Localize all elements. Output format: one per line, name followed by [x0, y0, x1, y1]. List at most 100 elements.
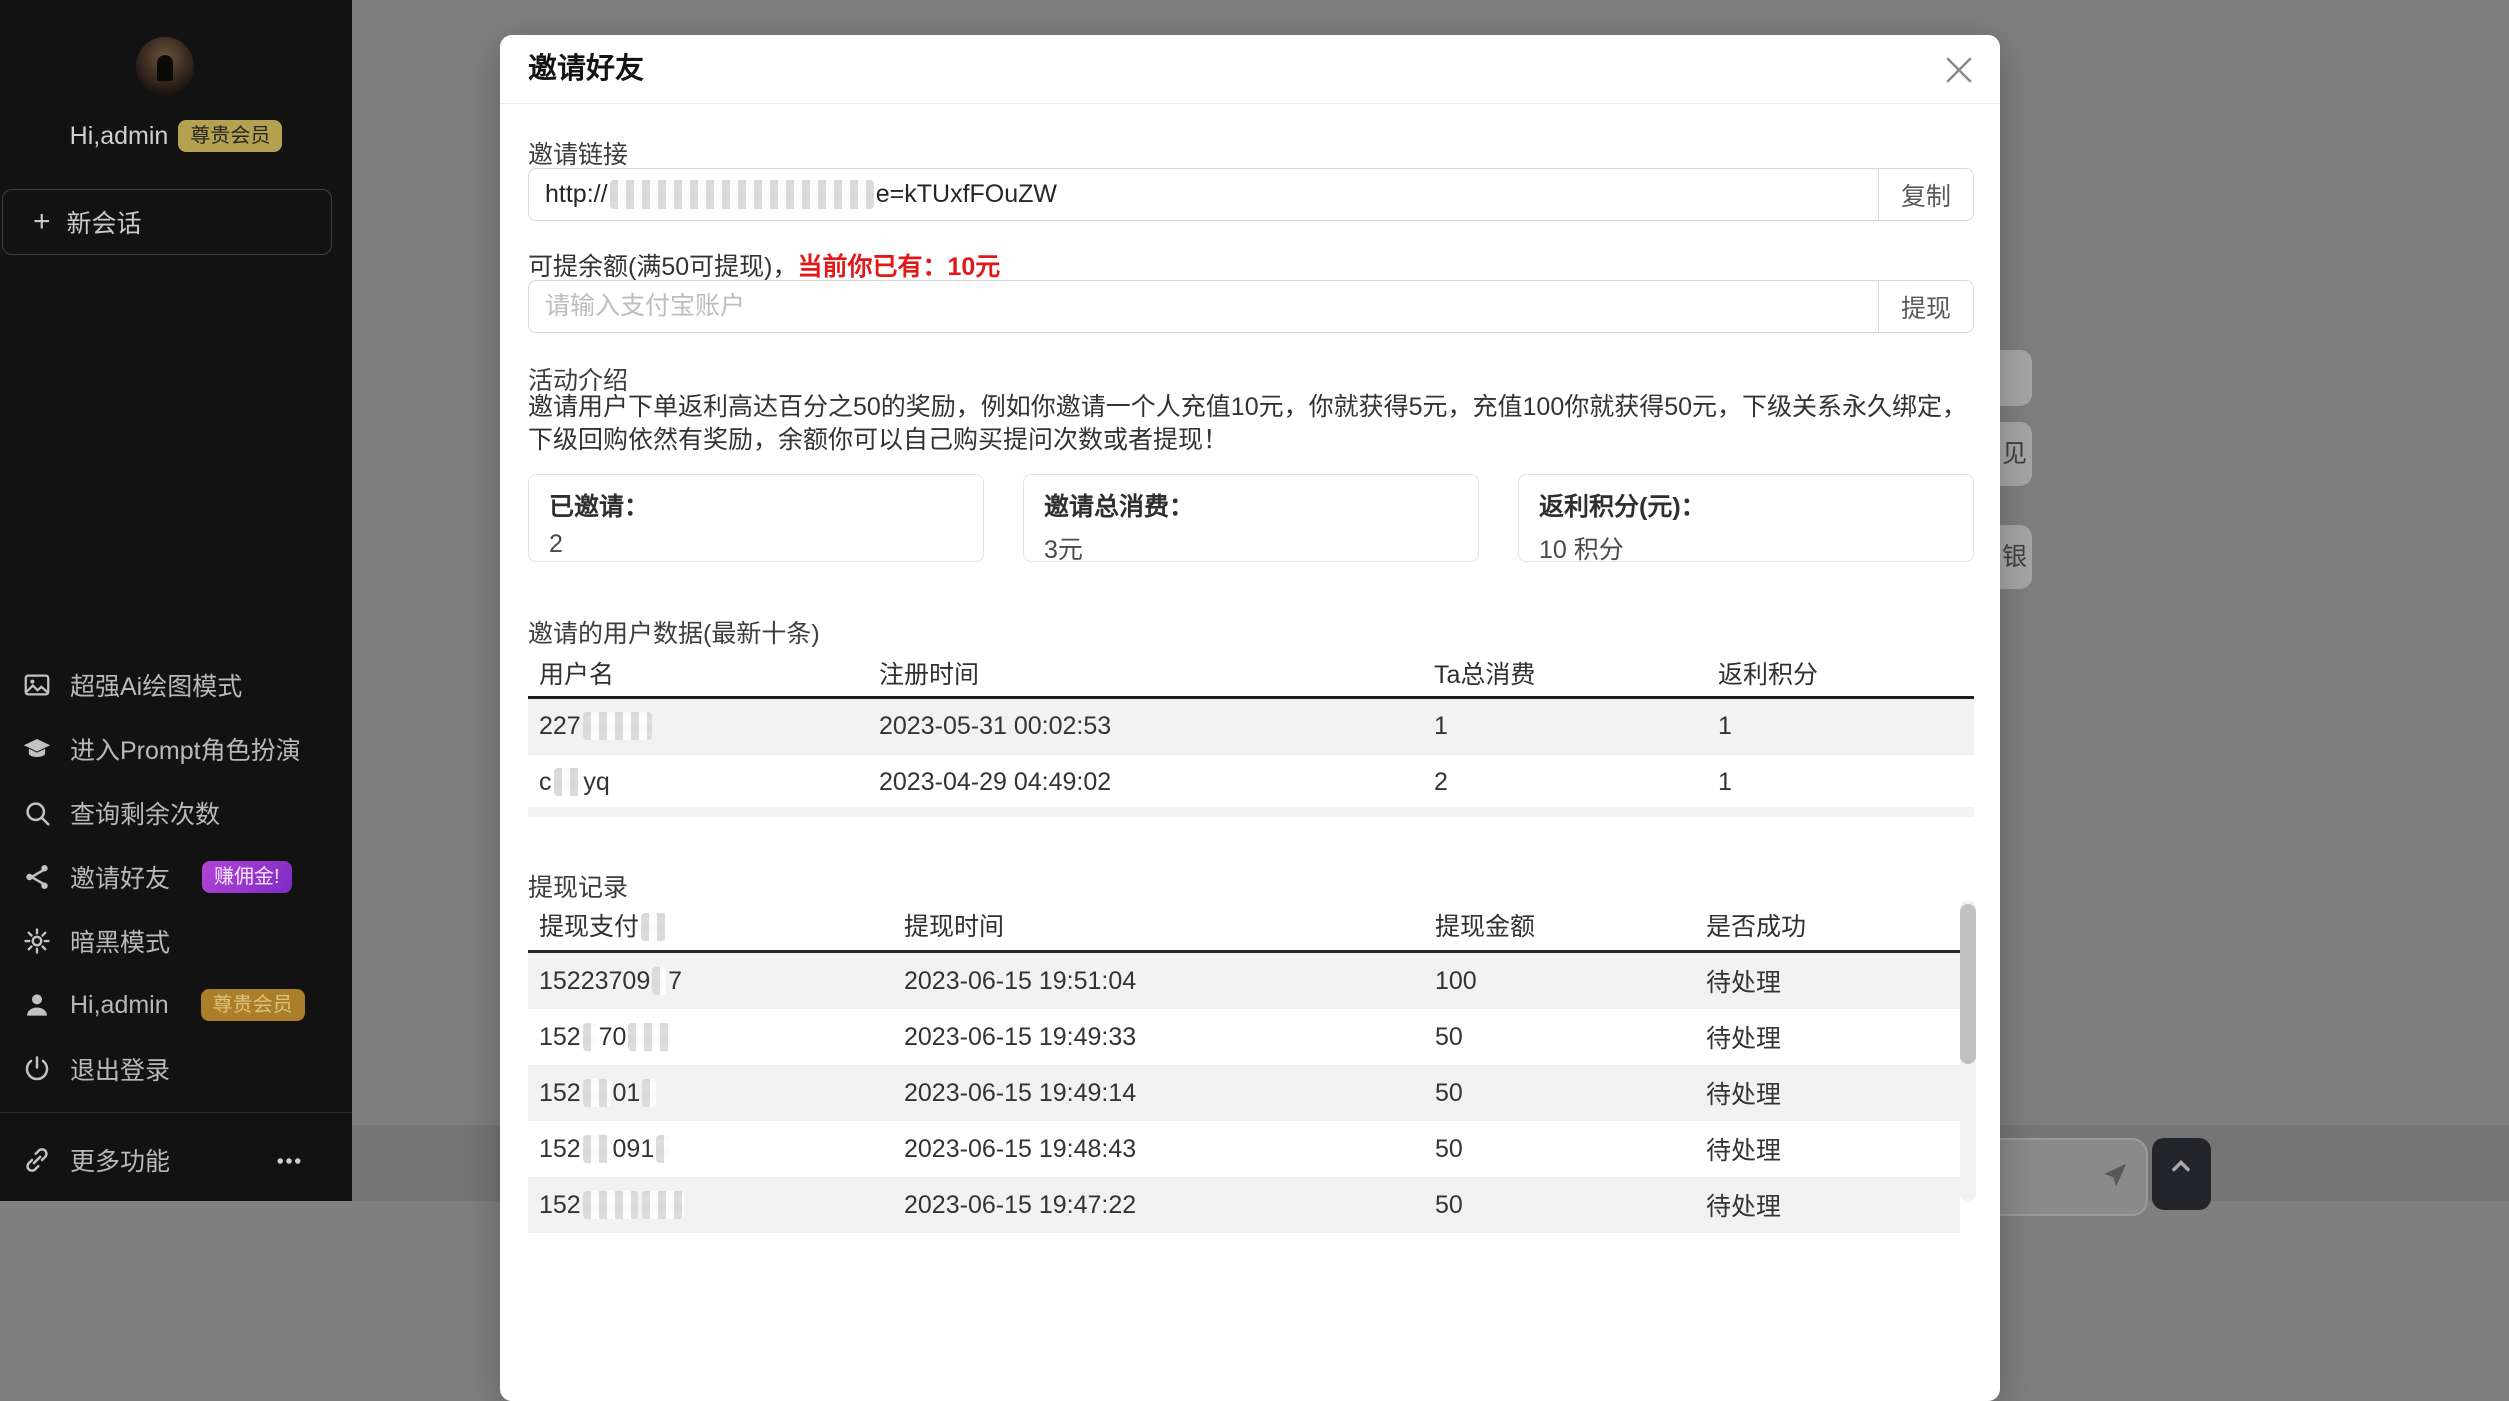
table-cell: 152370888	[528, 1009, 893, 1065]
redacted-text: 88	[582, 1134, 611, 1163]
table-row: 22788883 2023-05-31 00:02:53 1 1	[528, 697, 1974, 755]
stat-box: 返利积分(元)： 10 积分	[1518, 474, 1974, 564]
column-header: 提现时间	[893, 900, 1424, 953]
balance-amount: 当前你已有：10元	[797, 253, 1001, 281]
sidebar-item-user[interactable]: Hi,admin 尊贵会员	[0, 983, 352, 1027]
table-cell: 152880918	[528, 1121, 893, 1177]
stat-label: 已邀请：	[549, 493, 650, 521]
sidebar-item-gear[interactable]: 暗黑模式	[0, 919, 352, 963]
ellipsis-icon[interactable]	[274, 1146, 304, 1176]
sidebar-item-badge: 赚佣金!	[202, 861, 292, 893]
invited-users-table: 用户名注册时间Ta总消费返利积分22788883 2023-05-31 00:02…	[528, 650, 1974, 811]
column-header: 提现支付宝	[528, 900, 893, 953]
new-chat-label: 新会话	[66, 210, 142, 238]
table-cell: 1528788147	[528, 1177, 893, 1233]
sidebar-item-label: 超强Ai绘图模式	[70, 673, 243, 701]
withdraw-records-title: 提现记录	[528, 874, 629, 902]
stat-value: 2	[549, 530, 563, 558]
table-row: 1522370917 2023-06-15 19:51:04 100 待处理	[528, 951, 1960, 1009]
table-cell: 2023-06-15 19:47:22	[904, 1190, 1137, 1219]
balance-line: 可提余额(满50可提现)，当前你已有：10元	[528, 247, 1000, 283]
table-cell: 22788883	[528, 698, 868, 755]
table-cell: 1	[1718, 712, 1732, 740]
user-greeting: Hi,admin 尊贵会员	[0, 120, 352, 152]
modal-header: 邀请好友	[500, 35, 2000, 104]
table-row: c88yq 2023-04-29 04:49:02 2 1	[528, 755, 1974, 811]
image-icon	[22, 670, 52, 700]
invite-friends-modal: 邀请好友 邀请链接 http://0000000000000000000e=kT…	[500, 35, 2000, 1401]
send-icon	[2104, 1163, 2127, 1187]
invite-link-group: http://0000000000000000000e=kTUxfFOuZW 复…	[528, 168, 1974, 221]
app: 见银 Hi,admin 尊贵会员 + 新会话 超强Ai绘图模式 进入Prompt角色…	[0, 0, 2509, 1401]
stat-value: 10 积分	[1539, 536, 1624, 564]
table-cell: 2023-06-15 19:48:43	[904, 1134, 1137, 1163]
sidebar-item-share[interactable]: 邀请好友 赚佣金!	[0, 855, 352, 899]
redacted-text: 88	[582, 1078, 611, 1107]
table-header-row: 用户名 注册时间 Ta总消费 返利积分	[528, 650, 1974, 699]
invite-link-label: 邀请链接	[528, 141, 629, 169]
column-header: 注册时间	[868, 650, 1423, 699]
table-cell: 2	[1434, 768, 1448, 796]
withdraw-records-table: 提现支付宝提现时间提现金额是否成功 1522370917 2023-06-15 19…	[528, 900, 1960, 1233]
table-cell: 1522370917	[539, 966, 683, 995]
sidebar-item-label: 进入Prompt角色扮演	[70, 737, 301, 765]
scroll-top-button[interactable]	[2152, 1138, 2211, 1210]
copy-button[interactable]: 复制	[1878, 168, 1974, 221]
sidebar-item-image[interactable]: 超强Ai绘图模式	[0, 663, 352, 707]
sidebar-item-search[interactable]: 查询剩余次数	[0, 791, 352, 835]
redacted-text: 8	[656, 1134, 671, 1163]
new-chat-button[interactable]: + 新会话	[2, 189, 332, 255]
redacted-text: 1	[652, 966, 667, 995]
table-row-partial	[528, 807, 1974, 817]
plus-icon: +	[33, 205, 51, 238]
stat-label: 返利积分(元)：	[1539, 493, 1706, 521]
sidebar-item-more[interactable]: 更多功能	[0, 1138, 352, 1182]
table-cell: 15288018	[528, 1065, 893, 1121]
table-cell: 待处理	[1706, 1137, 1782, 1165]
sidebar-divider	[0, 1112, 352, 1113]
sidebar-item-label: 退出登录	[70, 1057, 171, 1085]
sidebar-item-label: 暗黑模式	[70, 929, 171, 957]
user-icon	[22, 990, 52, 1020]
withdraw-button[interactable]: 提现	[1878, 280, 1974, 333]
background-button-fragment: 见	[2000, 422, 2032, 486]
chat-input-fragment	[1988, 1138, 2148, 1216]
records-scrollbar[interactable]	[1960, 900, 1976, 1201]
activity-description: 邀请用户下单返利高达百分之50的奖励，例如你邀请一个人充值10元，你就获得5元，…	[528, 393, 1968, 454]
table-cell: 待处理	[1706, 1025, 1782, 1053]
vip-badge: 尊贵会员	[178, 120, 283, 152]
stat-value: 3元	[1044, 536, 1083, 564]
table-cell: 2023-06-15 19:49:33	[904, 1022, 1137, 1051]
column-header: 提现金额	[1424, 900, 1695, 953]
table-row: 1528788147 2023-06-15 19:47:22 50 待处理	[528, 1177, 1960, 1233]
table-cell: 2023-04-29 04:49:02	[879, 768, 1112, 796]
link-icon	[22, 1145, 52, 1175]
background-button-fragment	[2000, 350, 2032, 406]
redacted-text: 888	[628, 1022, 671, 1051]
search-icon	[22, 798, 52, 828]
power-icon	[22, 1054, 52, 1084]
table-cell: 1	[1718, 768, 1732, 796]
withdraw-group: 提现	[528, 280, 1974, 333]
table-cell: 2023-06-15 19:49:14	[904, 1078, 1137, 1107]
table-header-row: 提现支付宝提现时间提现金额是否成功	[528, 900, 1960, 953]
table-cell: 2023-06-15 19:51:04	[904, 966, 1137, 995]
sidebar-item-label: 查询剩余次数	[70, 801, 221, 829]
sidebar-item-graduation-cap[interactable]: 进入Prompt角色扮演	[0, 727, 352, 771]
alipay-account-input[interactable]	[528, 280, 1879, 333]
redacted-text: 8	[642, 1078, 657, 1107]
records-scrollbar-thumb[interactable]	[1960, 904, 1976, 1064]
sidebar-item-power[interactable]: 退出登录	[0, 1047, 352, 1091]
table-cell: 2023-05-31 00:02:53	[879, 712, 1112, 740]
redacted-text: 88	[553, 768, 582, 796]
close-icon[interactable]	[1940, 51, 1978, 89]
invited-users-title: 邀请的用户数据(最新十条)	[528, 620, 820, 648]
share-icon	[22, 862, 52, 892]
invite-link-input[interactable]: http://0000000000000000000e=kTUxfFOuZW	[528, 168, 1879, 221]
stat-box: 已邀请： 2	[528, 474, 984, 562]
table-cell: 待处理	[1706, 1193, 1782, 1221]
modal-title: 邀请好友	[528, 53, 645, 85]
gear-icon	[22, 926, 52, 956]
table-cell: 50	[1435, 1134, 1463, 1163]
table-cell: 待处理	[1706, 969, 1782, 997]
